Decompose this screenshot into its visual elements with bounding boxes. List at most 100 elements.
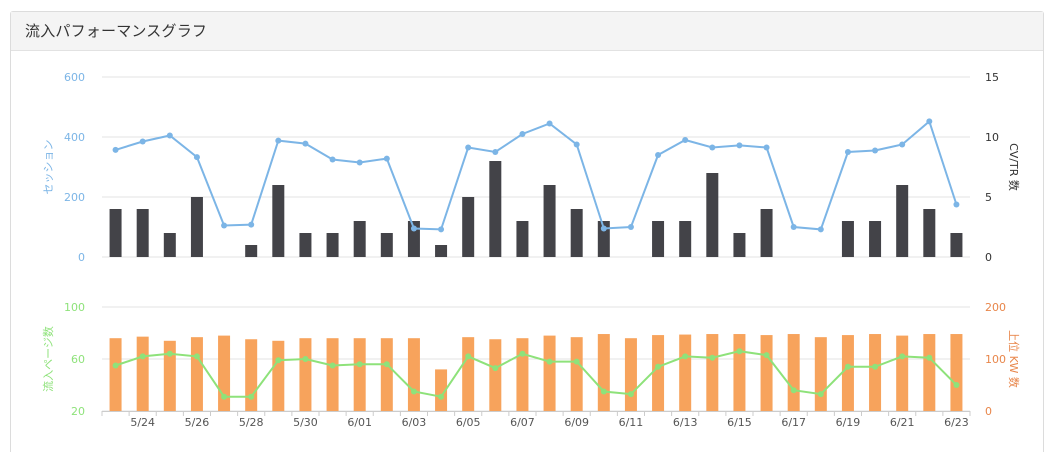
x-tick-label: 5/28	[239, 416, 264, 429]
pages-point[interactable]	[465, 353, 472, 360]
session-point[interactable]	[682, 137, 689, 143]
y-tick-right: 5	[985, 191, 992, 204]
pages-point[interactable]	[329, 362, 336, 369]
y-axis-title-right: 上位 KW 数	[1007, 330, 1021, 388]
session-point[interactable]	[221, 222, 228, 229]
session-point[interactable]	[519, 131, 526, 137]
session-point[interactable]	[763, 144, 770, 151]
session-point[interactable]	[790, 224, 797, 230]
session-point[interactable]	[655, 152, 662, 158]
kw-bar	[543, 335, 556, 411]
pages-point[interactable]	[736, 348, 743, 355]
x-tick-label: 6/01	[347, 416, 372, 429]
y-tick-right: 15	[985, 71, 999, 84]
y-tick-left: 60	[71, 353, 85, 366]
x-tick-label: 5/30	[293, 416, 318, 429]
session-point[interactable]	[465, 144, 472, 151]
session-point[interactable]	[627, 224, 634, 230]
cv-bar	[245, 245, 258, 257]
pages-line	[115, 350, 958, 398]
pages-point[interactable]	[844, 363, 851, 370]
kw-bar	[272, 340, 285, 411]
pages-point[interactable]	[926, 354, 933, 361]
kw-bar	[489, 339, 502, 411]
pages-point[interactable]	[899, 353, 906, 360]
session-point[interactable]	[438, 226, 445, 233]
y-tick-left: 20	[71, 405, 85, 418]
session-point[interactable]	[600, 225, 607, 232]
session-point[interactable]	[546, 120, 553, 127]
session-point[interactable]	[872, 147, 879, 154]
cv-bar	[869, 221, 882, 257]
session-point[interactable]	[166, 132, 173, 139]
kw-bar	[136, 336, 149, 411]
pages-point[interactable]	[383, 361, 390, 368]
y-tick-left: 100	[64, 301, 85, 314]
session-point[interactable]	[926, 118, 933, 125]
pages-point[interactable]	[790, 387, 797, 394]
cv-bar	[679, 221, 692, 257]
pages-point[interactable]	[221, 393, 228, 400]
y-tick-right: 100	[985, 353, 1006, 366]
pages-point[interactable]	[682, 353, 689, 360]
kw-bar	[896, 335, 909, 411]
pages-point[interactable]	[356, 361, 363, 368]
session-point[interactable]	[329, 156, 336, 163]
x-tick-label: 6/03	[402, 416, 427, 429]
pages-point[interactable]	[193, 353, 200, 360]
pages-point[interactable]	[302, 356, 309, 362]
pages-point[interactable]	[519, 350, 526, 357]
session-point[interactable]	[573, 141, 580, 148]
pages-point[interactable]	[655, 363, 662, 370]
pages-point[interactable]	[872, 363, 879, 370]
cv-bar	[136, 209, 149, 257]
pages-point[interactable]	[763, 352, 770, 359]
cv-bar	[190, 197, 203, 257]
kw-bar	[462, 337, 475, 411]
pages-point[interactable]	[492, 365, 499, 372]
session-point[interactable]	[410, 225, 417, 232]
cv-bar	[950, 233, 963, 257]
session-point[interactable]	[817, 226, 824, 233]
session-point[interactable]	[736, 142, 743, 149]
session-point[interactable]	[139, 138, 146, 145]
x-tick-label: 5/24	[130, 416, 155, 429]
session-point[interactable]	[193, 154, 200, 161]
session-point[interactable]	[953, 201, 960, 208]
pages-point[interactable]	[546, 358, 553, 365]
pages-point[interactable]	[600, 388, 607, 395]
session-point[interactable]	[356, 159, 363, 166]
session-point[interactable]	[492, 149, 499, 155]
kw-bar	[570, 337, 583, 411]
pages-point[interactable]	[139, 353, 146, 360]
pages-point[interactable]	[709, 354, 716, 361]
kw-bar	[245, 339, 258, 411]
pages-point[interactable]	[410, 388, 417, 395]
session-point[interactable]	[383, 155, 390, 162]
pages-point[interactable]	[438, 393, 445, 400]
session-point[interactable]	[275, 137, 282, 144]
x-tick-label: 5/26	[185, 416, 210, 429]
cv-bar	[380, 233, 393, 257]
pages-point[interactable]	[627, 391, 634, 398]
pages-point[interactable]	[275, 357, 282, 364]
x-tick-label: 6/07	[510, 416, 535, 429]
pages-point[interactable]	[817, 391, 824, 398]
session-point[interactable]	[709, 144, 716, 151]
pages-point[interactable]	[248, 393, 255, 400]
session-point[interactable]	[112, 146, 119, 153]
session-point[interactable]	[248, 221, 255, 228]
y-tick-right: 10	[985, 131, 999, 144]
session-point[interactable]	[844, 149, 851, 155]
kw-bar	[814, 337, 827, 411]
pages-point[interactable]	[953, 382, 960, 388]
kw-bar	[299, 338, 312, 411]
pages-point[interactable]	[112, 362, 119, 369]
session-point[interactable]	[899, 141, 906, 148]
y-tick-right: 0	[985, 251, 992, 264]
session-point[interactable]	[302, 140, 309, 147]
pages-point[interactable]	[166, 350, 173, 357]
cv-bar	[923, 209, 936, 257]
pages-point[interactable]	[573, 358, 580, 365]
kw-bar	[353, 338, 366, 411]
